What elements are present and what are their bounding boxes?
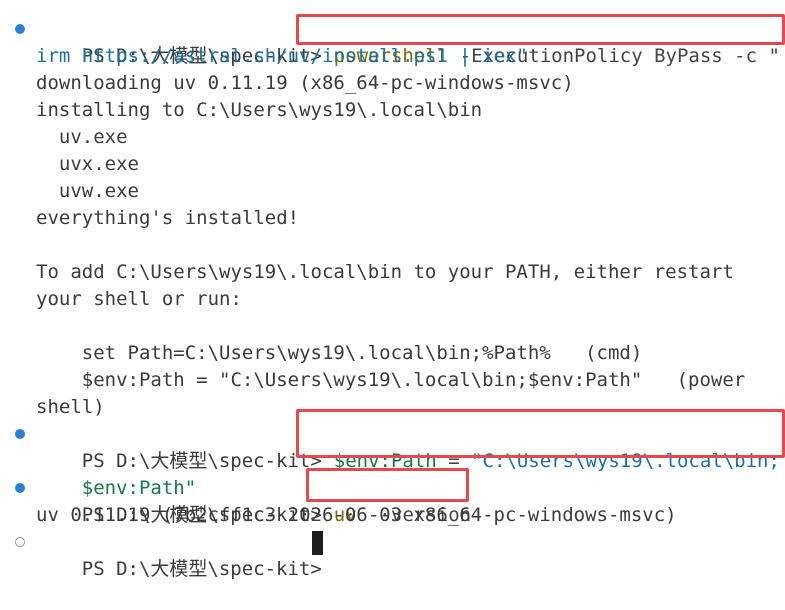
output-line: set Path=C:\Users\wys19\.local\bin;%Path… [36, 342, 643, 364]
command-continuation: irm https://astral.sh/uv/install.ps1 | i… [36, 45, 528, 67]
output-line: uvx.exe [36, 153, 139, 175]
output-line: $env:Path = "C:\Users\wys19\.local\bin;$… [36, 369, 746, 391]
command-continuation: $env:Path" [36, 448, 196, 499]
output-line: shell) [36, 396, 105, 418]
output-line: installing to C:\Users\wys19\.local\bin [36, 99, 483, 121]
output-line: To add C:\Users\wys19\.local\bin to your… [36, 261, 734, 283]
command-status-dot[interactable] [15, 483, 25, 493]
text-cursor [312, 531, 323, 555]
highlight-box-version-command [306, 468, 469, 502]
terminal-panel[interactable]: PS D:\大模型\spec-kit> powershell -Execution… [0, 0, 785, 582]
prompt: PS D:\大模型\spec-kit> [81, 558, 322, 580]
output-line: your shell or run: [36, 288, 242, 310]
highlight-box-install-command [296, 14, 785, 45]
output-line: downloading uv 0.11.19 (x86_64-pc-window… [36, 72, 574, 94]
command-status-dot[interactable] [15, 24, 25, 34]
output-line: uvw.exe [36, 180, 139, 202]
command-status-dot[interactable] [15, 537, 25, 547]
command-status-dot[interactable] [15, 429, 25, 439]
prompt-line-current[interactable]: PS D:\大模型\spec-kit> [36, 529, 322, 580]
highlight-box-path-command [296, 409, 785, 458]
output-line: uv 0.11.19 (7b2cff1c3 2026-06-03 x86_64-… [36, 504, 677, 526]
output-line: everything's installed! [36, 207, 300, 229]
output-line: uv.exe [36, 126, 128, 148]
